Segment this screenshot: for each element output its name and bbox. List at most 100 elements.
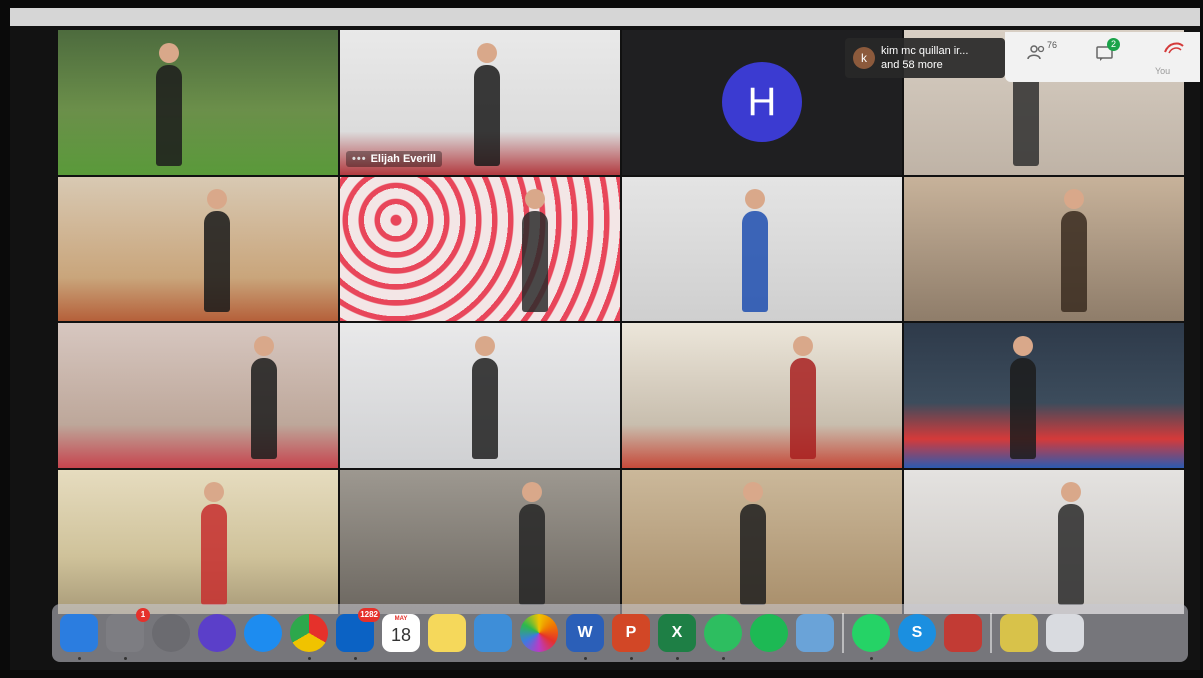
spotify-icon[interactable] <box>750 614 788 652</box>
participant-video <box>790 357 816 459</box>
photo-booth-icon[interactable] <box>944 614 982 652</box>
whatsapp-icon[interactable] <box>852 614 890 660</box>
photos-icon[interactable] <box>520 614 558 652</box>
participant-video <box>742 211 769 313</box>
running-indicator <box>676 657 679 660</box>
participant-tile[interactable] <box>340 176 620 321</box>
outlook-icon[interactable]: 1282 <box>336 608 380 660</box>
participant-name-tag: ••• Elijah Everill <box>346 150 442 167</box>
participant-head <box>1063 189 1084 210</box>
excel-letter: X <box>671 624 683 641</box>
excel-icon[interactable]: X <box>658 614 696 660</box>
join-notification[interactable]: k kim mc quillan ir... and 58 more <box>845 38 1005 78</box>
downloads-icon[interactable] <box>1000 614 1038 652</box>
running-indicator <box>870 657 873 660</box>
participant-video <box>739 504 766 606</box>
dock: 1 1282 MAY 18 W P X S <box>52 604 1188 662</box>
participant-video <box>1010 357 1037 459</box>
word-icon[interactable]: W <box>566 614 604 660</box>
calendar-icon[interactable]: MAY 18 <box>382 614 420 652</box>
chat-badge: 2 <box>1107 38 1120 51</box>
participant-tile[interactable] <box>904 323 1184 468</box>
browser-top-bar <box>10 8 1200 26</box>
participant-video <box>203 211 230 313</box>
people-count: 76 <box>1047 40 1058 51</box>
running-indicator <box>308 657 311 660</box>
app-store-icon[interactable] <box>244 614 282 652</box>
participant-head <box>525 189 545 210</box>
participant-head <box>742 482 763 503</box>
participant-head <box>1061 482 1081 503</box>
powerpoint-letter: P <box>625 624 637 641</box>
participant-video <box>519 504 546 606</box>
skype-icon[interactable]: S <box>898 614 936 652</box>
participant-video <box>522 211 548 313</box>
chrome-icon[interactable] <box>290 614 328 660</box>
skype-letter: S <box>911 624 923 641</box>
notification-line-1: kim mc quillan ir... <box>881 45 969 57</box>
calendar-month: MAY <box>394 616 408 622</box>
participant-head <box>159 42 179 63</box>
powerpoint-icon[interactable]: P <box>612 614 650 660</box>
running-indicator <box>354 657 357 660</box>
outlook-badge: 1282 <box>358 608 380 622</box>
notification-avatar: k <box>853 47 875 69</box>
finder-icon[interactable] <box>60 614 98 660</box>
participant-video <box>156 64 182 166</box>
more-options-icon[interactable]: ••• <box>352 153 367 165</box>
people-icon <box>1027 45 1045 60</box>
running-indicator <box>722 657 725 660</box>
participant-grid: ••• Elijah Everill H <box>58 30 1184 614</box>
notification-text: kim mc quillan ir... and 58 more <box>881 44 991 72</box>
participant-video <box>200 504 227 606</box>
running-indicator <box>124 657 127 660</box>
participant-video <box>471 357 498 459</box>
participant-head <box>793 335 813 356</box>
participant-video <box>474 64 501 166</box>
meeting-controls-panel: 76 2 You <box>1005 32 1200 82</box>
participant-head <box>477 42 498 63</box>
system-preferences-badge: 1 <box>136 608 150 622</box>
image-capture-icon[interactable] <box>796 614 834 652</box>
notification-line-2: and 58 more <box>881 59 943 71</box>
siri-icon[interactable] <box>198 614 236 652</box>
participant-name: Elijah Everill <box>370 152 436 165</box>
participant-video <box>251 357 278 459</box>
people-button[interactable]: 76 <box>1027 40 1057 60</box>
participant-tile[interactable] <box>340 469 620 614</box>
participant-tile[interactable] <box>58 30 338 175</box>
meeting-screen: ••• Elijah Everill H k kim mc quillan ir..… <box>10 8 1200 670</box>
participant-tile[interactable] <box>58 323 338 468</box>
participant-tile[interactable] <box>904 176 1184 321</box>
dock-separator <box>842 613 844 653</box>
dock-separator <box>990 613 992 653</box>
running-indicator <box>630 657 633 660</box>
you-label: You <box>1155 66 1171 76</box>
notes-icon[interactable] <box>428 614 466 652</box>
system-preferences-icon[interactable]: 1 <box>106 608 150 660</box>
participant-head <box>745 189 766 210</box>
participant-head <box>474 335 495 356</box>
trash-icon[interactable] <box>1046 614 1084 652</box>
running-indicator <box>78 657 81 660</box>
participant-video <box>1060 211 1087 313</box>
chat-button[interactable]: 2 <box>1095 38 1120 65</box>
launchpad-icon[interactable] <box>152 614 190 652</box>
participant-tile[interactable] <box>622 176 902 321</box>
calendar-day: 18 <box>390 625 412 645</box>
participant-tile[interactable] <box>58 176 338 321</box>
participant-head <box>206 189 227 210</box>
evernote-icon[interactable] <box>704 614 742 660</box>
participant-head <box>203 482 224 503</box>
participant-video <box>1058 504 1084 606</box>
you-logo-icon <box>1164 42 1184 54</box>
preview-icon[interactable] <box>474 614 512 652</box>
participant-tile[interactable] <box>340 323 620 468</box>
participant-avatar: H <box>722 62 802 143</box>
participant-tile[interactable] <box>58 469 338 614</box>
participant-tile[interactable] <box>904 469 1184 614</box>
participant-tile[interactable] <box>622 469 902 614</box>
participant-head <box>1013 335 1034 356</box>
participant-tile[interactable] <box>622 323 902 468</box>
participant-tile[interactable]: ••• Elijah Everill <box>340 30 620 175</box>
